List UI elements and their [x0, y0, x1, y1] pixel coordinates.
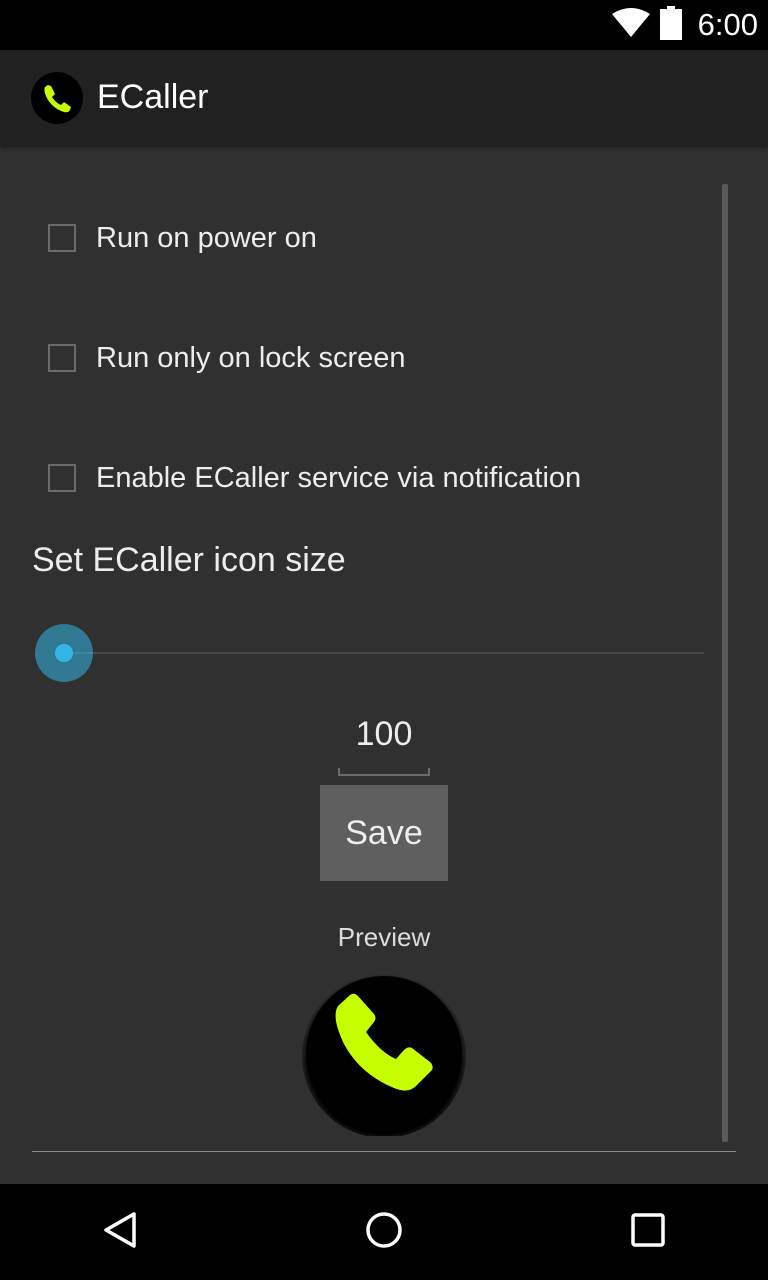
checkbox-run-on-power-on[interactable]: [48, 224, 76, 252]
scrollbar[interactable]: [722, 184, 728, 1142]
bottom-divider: [32, 1151, 736, 1152]
option-run-only-on-lock-screen[interactable]: Run only on lock screen: [48, 328, 406, 388]
home-icon: [364, 1210, 404, 1255]
back-icon: [100, 1210, 140, 1255]
app-phone-icon: [31, 72, 83, 124]
option-run-on-power-on[interactable]: Run on power on: [48, 208, 317, 268]
back-button[interactable]: [72, 1184, 168, 1280]
status-bar: 6:00: [0, 0, 768, 50]
app-title: ECaller: [97, 78, 209, 116]
icon-size-slider-thumb[interactable]: [35, 624, 93, 682]
option-label: Run on power on: [96, 221, 317, 254]
recents-icon: [630, 1212, 666, 1253]
checkbox-run-only-on-lock-screen[interactable]: [48, 344, 76, 372]
battery-icon: [659, 5, 682, 45]
preview-label: Preview: [337, 922, 431, 952]
home-button[interactable]: [336, 1184, 432, 1280]
icon-size-title: Set ECaller icon size: [32, 541, 346, 579]
option-label: Enable ECaller service via notification: [96, 461, 582, 494]
status-time: 6:00: [697, 7, 758, 42]
preview-phone-icon: [302, 972, 466, 1138]
status-icons: 6:00: [611, 0, 758, 50]
recents-button[interactable]: [600, 1184, 696, 1280]
icon-size-input[interactable]: 100: [338, 712, 430, 776]
wifi-icon: [611, 7, 650, 43]
navigation-bar: [0, 1184, 768, 1280]
slider-thumb-dot: [55, 644, 73, 662]
icon-size-slider-track[interactable]: [64, 652, 704, 654]
checkbox-enable-notification-service[interactable]: [48, 464, 76, 492]
input-underline: [338, 768, 430, 776]
option-label: Run only on lock screen: [96, 341, 406, 374]
option-enable-notification-service[interactable]: Enable ECaller service via notification: [48, 448, 581, 508]
save-button[interactable]: Save: [320, 785, 448, 881]
